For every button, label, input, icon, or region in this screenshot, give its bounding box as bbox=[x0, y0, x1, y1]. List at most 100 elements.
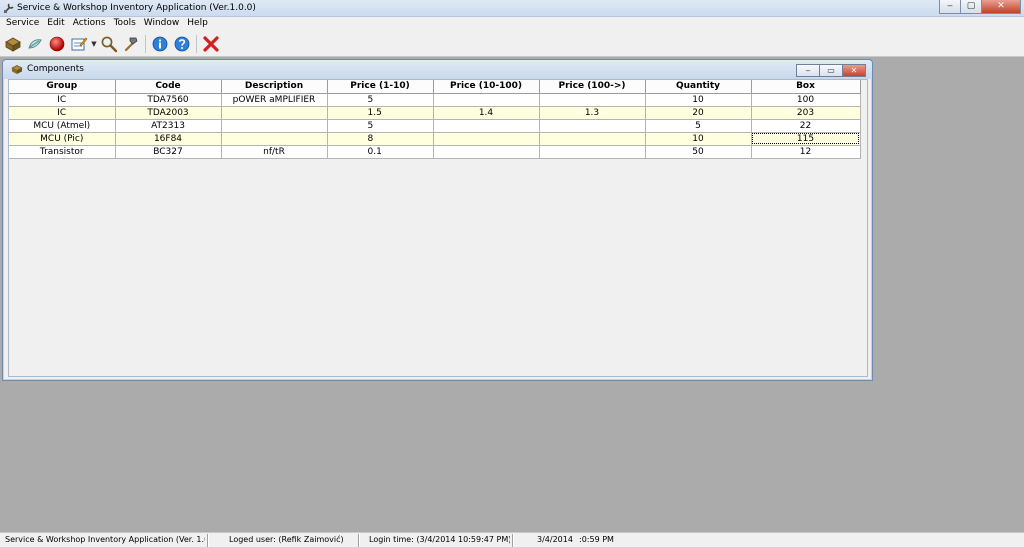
help-button[interactable] bbox=[171, 33, 193, 55]
exit-button[interactable] bbox=[200, 33, 222, 55]
app-wrench-icon bbox=[3, 2, 15, 14]
cell-code[interactable]: BC327 bbox=[115, 145, 222, 159]
close-button[interactable]: ✕ bbox=[981, 0, 1021, 14]
column-header-quantity[interactable]: Quantity bbox=[645, 80, 752, 94]
status-time: :0:59 PM bbox=[579, 535, 614, 544]
cell-price-1-10[interactable]: 5 bbox=[327, 93, 434, 107]
column-header-price-10-100[interactable]: Price (10-100) bbox=[433, 80, 540, 94]
cell-group[interactable]: MCU (Atmel) bbox=[9, 119, 116, 133]
info-button[interactable] bbox=[149, 33, 171, 55]
wrench-cloth-icon bbox=[28, 38, 42, 48]
cell-box[interactable]: 100 bbox=[751, 93, 861, 107]
cell-price-100-plus[interactable] bbox=[539, 145, 646, 159]
cell-description[interactable] bbox=[221, 106, 328, 120]
search-button[interactable] bbox=[98, 33, 120, 55]
cell-box-focused[interactable]: 115 bbox=[751, 132, 861, 146]
toolbar: ▼ bbox=[0, 31, 1024, 57]
status-logged-user: Loged user: (Refik Zaimović) bbox=[229, 535, 344, 544]
minimize-button[interactable]: ‒ bbox=[939, 0, 961, 14]
cell-price-100-plus[interactable] bbox=[539, 132, 646, 146]
table-row[interactable]: Transistor BC327 nf/tR 0.1 50 12 bbox=[9, 145, 861, 159]
child-close-button[interactable]: ✕ bbox=[842, 64, 866, 77]
column-header-price-1-10[interactable]: Price (1-10) bbox=[327, 80, 434, 94]
table-row[interactable]: MCU (Pic) 16F84 8 10 115 bbox=[9, 132, 861, 146]
components-grid[interactable]: Group Code Description Price (1-10) Pric… bbox=[9, 80, 861, 159]
cell-price-100-plus[interactable] bbox=[539, 119, 646, 133]
cell-description[interactable] bbox=[221, 119, 328, 133]
cell-code[interactable]: TDA7560 bbox=[115, 93, 222, 107]
menu-help[interactable]: Help bbox=[183, 17, 212, 31]
child-minimize-button[interactable]: ‒ bbox=[796, 64, 820, 77]
column-header-code[interactable]: Code bbox=[115, 80, 222, 94]
notepad-dropdown-arrow[interactable]: ▼ bbox=[90, 40, 98, 48]
cell-code[interactable]: 16F84 bbox=[115, 132, 222, 146]
cell-price-100-plus[interactable]: 1.3 bbox=[539, 106, 646, 120]
status-bar: Service & Workshop Inventory Application… bbox=[0, 532, 1024, 547]
notepad-button[interactable] bbox=[68, 33, 90, 55]
cell-price-10-100[interactable] bbox=[433, 93, 540, 107]
help-icon bbox=[174, 36, 190, 51]
cell-price-10-100[interactable] bbox=[433, 132, 540, 146]
menu-actions[interactable]: Actions bbox=[69, 17, 110, 31]
cell-box[interactable]: 12 bbox=[751, 145, 861, 159]
cell-price-100-plus[interactable] bbox=[539, 93, 646, 107]
cell-code[interactable]: TDA2003 bbox=[115, 106, 222, 120]
column-header-group[interactable]: Group bbox=[9, 80, 116, 94]
cell-quantity[interactable]: 10 bbox=[645, 93, 752, 107]
cell-code[interactable]: AT2313 bbox=[115, 119, 222, 133]
cell-price-1-10[interactable]: 1.5 bbox=[327, 106, 434, 120]
table-row[interactable]: IC TDA2003 1.5 1.4 1.3 20 203 bbox=[9, 106, 861, 120]
wrench-cloth-button[interactable] bbox=[24, 33, 46, 55]
package-button[interactable] bbox=[2, 33, 24, 55]
status-date: 3/4/2014 bbox=[537, 535, 573, 544]
child-maximize-button[interactable]: ▭ bbox=[819, 64, 843, 77]
status-separator bbox=[358, 534, 360, 547]
cell-box[interactable]: 203 bbox=[751, 106, 861, 120]
info-icon bbox=[152, 36, 168, 51]
cell-quantity[interactable]: 20 bbox=[645, 106, 752, 120]
table-row[interactable]: MCU (Atmel) AT2313 5 5 22 bbox=[9, 119, 861, 133]
cell-quantity[interactable]: 5 bbox=[645, 119, 752, 133]
menu-service[interactable]: Service bbox=[2, 17, 43, 31]
cell-group[interactable]: Transistor bbox=[9, 145, 116, 159]
hammer-icon bbox=[124, 37, 138, 51]
window-controls: ‒ ▢ ✕ bbox=[939, 0, 1021, 14]
cell-price-1-10[interactable]: 5 bbox=[327, 119, 434, 133]
cell-group[interactable]: MCU (Pic) bbox=[9, 132, 116, 146]
app-title-bar: Service & Workshop Inventory Application… bbox=[0, 0, 1024, 17]
child-window-controls: ‒ ▭ ✕ bbox=[796, 64, 866, 77]
cell-price-10-100[interactable] bbox=[433, 119, 540, 133]
column-header-price-100-plus[interactable]: Price (100->) bbox=[539, 80, 646, 94]
close-x-icon bbox=[203, 35, 219, 52]
cell-box[interactable]: 22 bbox=[751, 119, 861, 133]
hammer-button[interactable] bbox=[120, 33, 142, 55]
status-login-time: Login time: (3/4/2014 10:59:47 PM) bbox=[369, 535, 510, 544]
status-app-name: Service & Workshop Inventory Application… bbox=[5, 535, 205, 544]
cell-quantity[interactable]: 50 bbox=[645, 145, 752, 159]
menu-tools[interactable]: Tools bbox=[110, 17, 140, 31]
menu-bar: Service Edit Actions Tools Window Help bbox=[0, 17, 1024, 31]
toolbar-separator bbox=[145, 34, 146, 53]
cell-price-10-100[interactable] bbox=[433, 145, 540, 159]
package-icon bbox=[11, 64, 23, 75]
cell-price-10-100[interactable]: 1.4 bbox=[433, 106, 540, 120]
column-header-box[interactable]: Box bbox=[751, 80, 861, 94]
cell-group[interactable]: IC bbox=[9, 93, 116, 107]
cell-description[interactable]: nf/tR bbox=[221, 145, 328, 159]
cell-price-1-10[interactable]: 0.1 bbox=[327, 145, 434, 159]
cell-description[interactable]: pOWER aMPLIFIER bbox=[221, 93, 328, 107]
menu-window[interactable]: Window bbox=[140, 17, 184, 31]
cell-description[interactable] bbox=[221, 132, 328, 146]
cell-quantity[interactable]: 10 bbox=[645, 132, 752, 146]
restore-button[interactable]: ▢ bbox=[960, 0, 982, 14]
column-header-description[interactable]: Description bbox=[221, 80, 328, 94]
menu-edit[interactable]: Edit bbox=[43, 17, 68, 31]
magnifier-icon bbox=[101, 36, 118, 52]
cell-group[interactable]: IC bbox=[9, 106, 116, 120]
record-button[interactable] bbox=[46, 33, 68, 55]
components-title: Components bbox=[27, 64, 84, 74]
cell-price-1-10[interactable]: 8 bbox=[327, 132, 434, 146]
table-row[interactable]: IC TDA7560 pOWER aMPLIFIER 5 10 100 bbox=[9, 93, 861, 107]
components-title-bar[interactable]: Components ‒ ▭ ✕ bbox=[3, 60, 872, 79]
components-grid-area: Group Code Description Price (1-10) Pric… bbox=[8, 79, 868, 377]
